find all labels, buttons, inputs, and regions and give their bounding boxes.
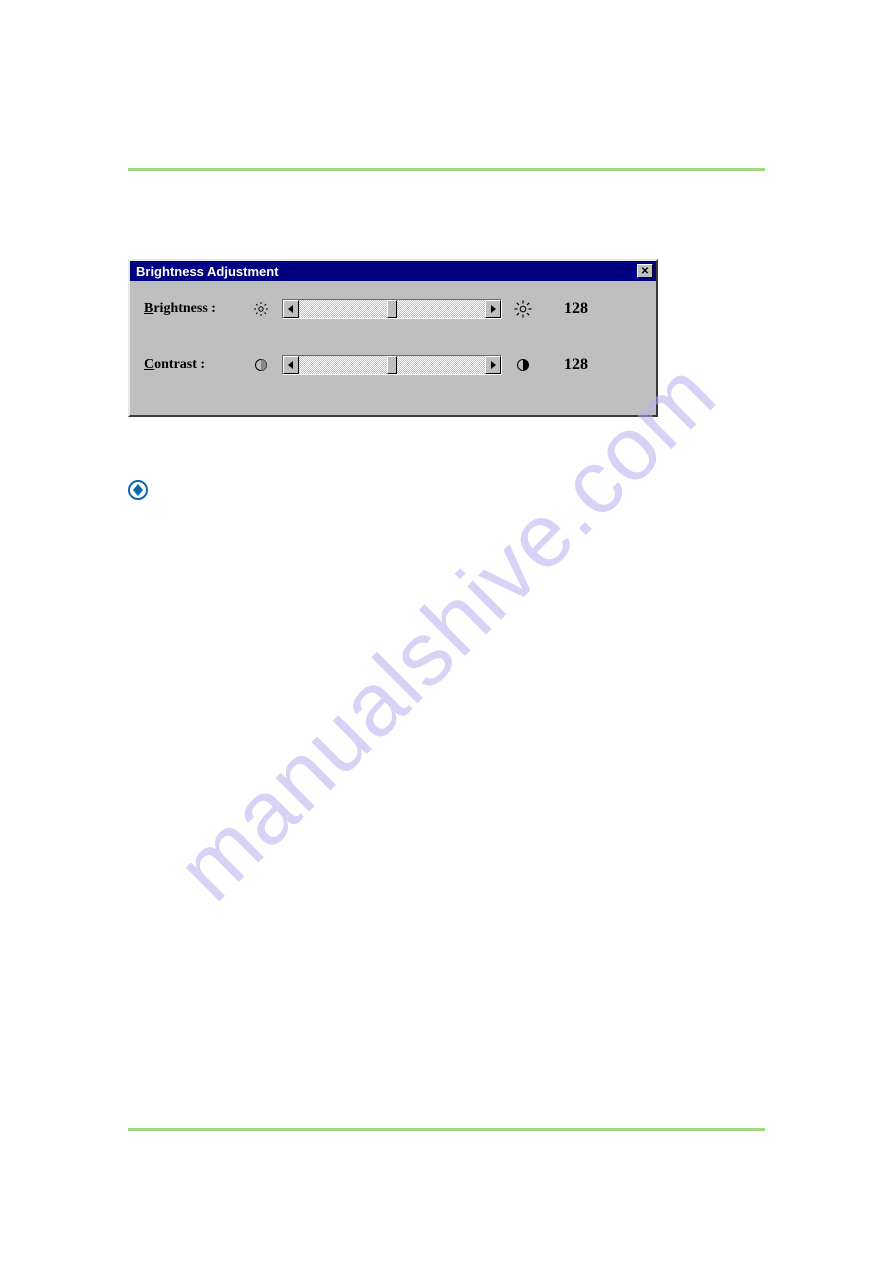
circle-low-icon: [250, 354, 272, 376]
contrast-increase-button[interactable]: [485, 356, 501, 374]
contrast-label: Contrast :: [144, 357, 240, 373]
contrast-slider[interactable]: [282, 355, 502, 375]
close-button[interactable]: ✕: [637, 264, 653, 278]
circle-half-icon: [512, 354, 534, 376]
brightness-label-rest: rightness :: [153, 301, 216, 316]
contrast-label-hotkey: C: [144, 357, 154, 372]
brightness-slider[interactable]: [282, 299, 502, 319]
note-icon: [128, 480, 148, 500]
brightness-track[interactable]: [299, 300, 485, 318]
contrast-track[interactable]: [299, 356, 485, 374]
brightness-adjustment-dialog: Brightness Adjustment ✕ Brightness : 12: [128, 259, 658, 417]
brightness-increase-button[interactable]: [485, 300, 501, 318]
brightness-value: 128: [544, 300, 592, 318]
contrast-row: Contrast : 128: [130, 337, 656, 393]
dialog-titlebar: Brightness Adjustment ✕: [130, 261, 656, 281]
close-icon: ✕: [641, 266, 649, 277]
divider-top: [128, 168, 765, 171]
brightness-label: Brightness :: [144, 301, 240, 317]
brightness-row: Brightness : 128: [130, 281, 656, 337]
divider-bottom: [128, 1128, 765, 1131]
contrast-value: 128: [544, 356, 592, 374]
sun-bright-icon: [512, 298, 534, 320]
sun-dim-icon: [250, 298, 272, 320]
contrast-thumb[interactable]: [387, 356, 397, 374]
dialog-title: Brightness Adjustment: [136, 264, 279, 279]
contrast-label-rest: ontrast :: [154, 357, 205, 372]
brightness-decrease-button[interactable]: [283, 300, 299, 318]
contrast-decrease-button[interactable]: [283, 356, 299, 374]
brightness-label-hotkey: B: [144, 301, 153, 316]
brightness-thumb[interactable]: [387, 300, 397, 318]
watermark: manualshive.com: [157, 342, 736, 921]
